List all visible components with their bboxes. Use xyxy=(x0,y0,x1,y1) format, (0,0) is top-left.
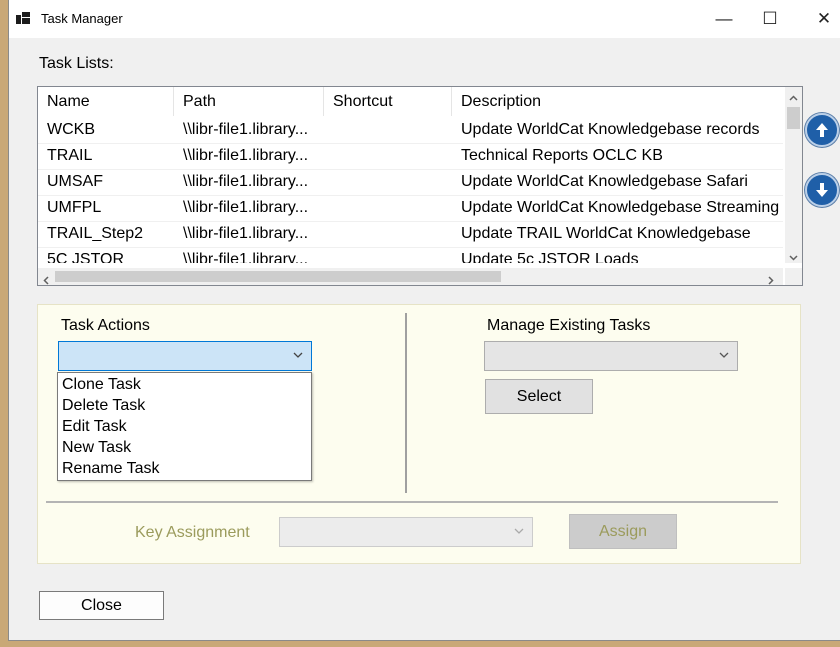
cell-shortcut xyxy=(324,169,452,195)
arrow-up-icon xyxy=(816,123,828,137)
list-header: Name Path Shortcut Description xyxy=(38,87,798,116)
task-actions-label: Task Actions xyxy=(61,317,150,334)
horizontal-divider xyxy=(46,501,778,503)
cell-name: UMSAF xyxy=(47,173,103,190)
task-actions-dropdown-list: Clone Task Delete Task Edit Task New Tas… xyxy=(57,372,312,481)
cell-description: Update TRAIL WorldCat Knowledgebase xyxy=(461,225,751,242)
dropdown-option-new-task[interactable]: New Task xyxy=(62,437,131,458)
cell-description: Update WorldCat Knowledgebase Streaming xyxy=(461,199,780,216)
window-title: Task Manager xyxy=(41,11,123,26)
vertical-scroll-thumb[interactable] xyxy=(787,107,800,129)
column-header-name[interactable]: Name xyxy=(38,87,174,116)
cell-description: Update WorldCat Knowledgebase records xyxy=(461,121,760,138)
manage-existing-tasks-label: Manage Existing Tasks xyxy=(487,317,651,334)
horizontal-scrollbar[interactable] xyxy=(38,268,783,285)
column-header-path[interactable]: Path xyxy=(174,87,324,116)
cell-path: \\libr-file1.library... xyxy=(183,199,309,216)
cell-name: TRAIL xyxy=(47,147,93,164)
title-bar: Task Manager — ☐ ✕ xyxy=(9,0,840,38)
dropdown-option-clone-task[interactable]: Clone Task xyxy=(62,374,141,395)
list-rows: WCKB \\libr-file1.library... Update Worl… xyxy=(38,117,783,263)
minimize-button[interactable]: — xyxy=(701,0,747,38)
cell-shortcut xyxy=(324,247,452,263)
move-up-button[interactable] xyxy=(805,113,839,147)
table-row[interactable]: UMSAF \\libr-file1.library... Update Wor… xyxy=(38,169,783,196)
select-button[interactable]: Select xyxy=(485,379,593,414)
cell-shortcut xyxy=(324,195,452,221)
cell-shortcut xyxy=(324,221,452,247)
cell-description: Technical Reports OCLC KB xyxy=(461,147,663,164)
close-button[interactable]: Close xyxy=(39,591,164,620)
assign-button[interactable]: Assign xyxy=(569,514,677,549)
close-window-button[interactable]: ✕ xyxy=(801,0,840,38)
task-lists-label: Task Lists: xyxy=(39,55,114,72)
arrow-down-icon xyxy=(816,183,828,197)
column-header-shortcut[interactable]: Shortcut xyxy=(324,87,452,116)
cell-path: \\libr-file1.library... xyxy=(183,121,309,138)
scroll-left-arrow-icon[interactable] xyxy=(42,272,51,285)
task-list-view[interactable]: Name Path Shortcut Description WCKB \\li… xyxy=(37,86,803,286)
cell-name: TRAIL_Step2 xyxy=(47,225,144,242)
maximize-button[interactable]: ☐ xyxy=(747,0,793,38)
chevron-down-icon xyxy=(293,348,303,362)
vertical-scrollbar[interactable] xyxy=(785,87,802,263)
cell-path: \\libr-file1.library... xyxy=(183,173,309,190)
manage-existing-tasks-combobox[interactable] xyxy=(484,341,738,371)
key-assignment-combobox[interactable] xyxy=(279,517,533,547)
cell-path: \\libr-file1.library... xyxy=(183,147,309,164)
scroll-down-arrow-icon[interactable] xyxy=(789,249,798,261)
scroll-corner xyxy=(785,268,802,285)
table-row[interactable]: 5C JSTOR \\libr-file1.library... Update … xyxy=(38,247,783,263)
cell-path: \\libr-file1.library... xyxy=(183,251,309,263)
cell-description: Update 5c JSTOR Loads xyxy=(461,251,639,263)
cell-description: Update WorldCat Knowledgebase Safari xyxy=(461,173,748,190)
cell-path: \\libr-file1.library... xyxy=(183,225,309,242)
dropdown-option-delete-task[interactable]: Delete Task xyxy=(62,395,145,416)
cell-shortcut xyxy=(324,117,452,143)
task-manager-window: Task Manager — ☐ ✕ Task Lists: Name Path… xyxy=(8,0,840,641)
scroll-right-arrow-icon[interactable] xyxy=(766,272,775,285)
chevron-down-icon xyxy=(514,524,524,538)
move-down-button[interactable] xyxy=(805,173,839,207)
cell-name: UMFPL xyxy=(47,199,102,216)
table-row[interactable]: TRAIL_Step2 \\libr-file1.library... Upda… xyxy=(38,221,783,248)
key-assignment-label: Key Assignment xyxy=(135,524,250,541)
table-row[interactable]: TRAIL \\libr-file1.library... Technical … xyxy=(38,143,783,170)
cell-shortcut xyxy=(324,143,452,169)
scroll-up-arrow-icon[interactable] xyxy=(789,90,798,101)
dropdown-option-edit-task[interactable]: Edit Task xyxy=(62,416,127,437)
task-actions-combobox[interactable] xyxy=(58,341,312,371)
chevron-down-icon xyxy=(719,348,729,362)
table-row[interactable]: WCKB \\libr-file1.library... Update Worl… xyxy=(38,117,783,144)
column-header-description[interactable]: Description xyxy=(452,87,783,116)
app-icon xyxy=(16,12,30,24)
cell-name: 5C JSTOR xyxy=(47,251,125,263)
horizontal-scroll-thumb[interactable] xyxy=(55,271,501,282)
dropdown-option-rename-task[interactable]: Rename Task xyxy=(62,458,160,479)
table-row[interactable]: UMFPL \\libr-file1.library... Update Wor… xyxy=(38,195,783,222)
vertical-divider xyxy=(405,313,407,493)
cell-name: WCKB xyxy=(47,121,95,138)
